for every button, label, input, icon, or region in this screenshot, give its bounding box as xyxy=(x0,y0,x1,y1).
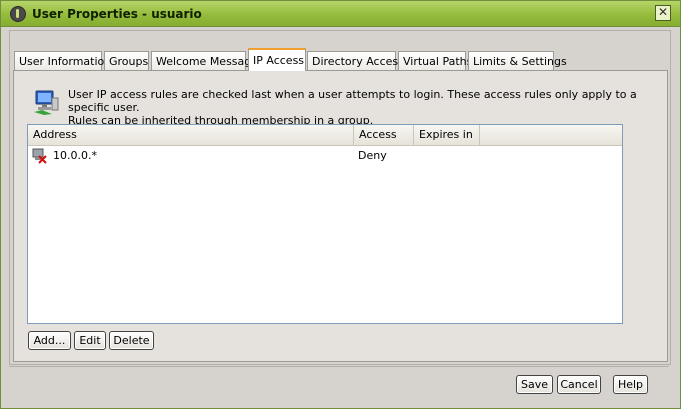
column-header-access[interactable]: Access xyxy=(354,125,414,145)
close-icon: ✕ xyxy=(657,5,669,19)
deny-rule-icon xyxy=(32,147,48,165)
title-bar[interactable]: User Properties - usuario ✕ xyxy=(1,1,680,27)
tab-user-information[interactable]: User Information xyxy=(14,51,111,70)
edit-button[interactable]: Edit xyxy=(74,331,106,350)
table-row[interactable]: 10.0.0.* Deny xyxy=(28,147,622,165)
column-header-expires[interactable]: Expires in xyxy=(414,125,480,145)
tab-directory-access[interactable]: Directory Access xyxy=(307,51,404,70)
tab-label: IP Access xyxy=(253,54,305,67)
ip-access-description: User IP access rules are checked last wh… xyxy=(68,88,658,127)
tab-groups[interactable]: Groups xyxy=(104,51,149,70)
tab-label: Directory Access xyxy=(312,55,404,68)
app-logo-icon xyxy=(10,6,26,22)
network-computer-icon xyxy=(32,88,60,116)
cancel-button[interactable]: Cancel xyxy=(557,375,601,394)
tab-label: Welcome Message xyxy=(156,55,259,68)
tab-label: Limits & Settings xyxy=(473,55,567,68)
help-button[interactable]: Help xyxy=(613,375,648,394)
tab-label: Groups xyxy=(109,55,149,68)
table-header: Address Access Expires in xyxy=(28,125,622,146)
address-cell: 10.0.0.* xyxy=(53,149,97,162)
window-title: User Properties - usuario xyxy=(32,7,202,21)
ip-rules-table[interactable]: Address Access Expires in 10.0.0.* Deny xyxy=(27,124,623,324)
tab-label: Virtual Paths xyxy=(403,55,473,68)
save-button[interactable]: Save xyxy=(516,375,553,394)
add-button[interactable]: Add... xyxy=(28,331,71,350)
tab-virtual-paths[interactable]: Virtual Paths xyxy=(398,51,472,70)
footer-divider xyxy=(9,366,669,367)
tab-label: User Information xyxy=(19,55,112,68)
tab-welcome-message[interactable]: Welcome Message xyxy=(151,51,258,70)
description-line: User IP access rules are checked last wh… xyxy=(68,88,637,114)
column-header-address[interactable]: Address xyxy=(28,125,354,145)
delete-button[interactable]: Delete xyxy=(109,331,154,350)
close-button[interactable]: ✕ xyxy=(655,5,671,21)
tab-limits-settings[interactable]: Limits & Settings xyxy=(468,51,567,70)
tab-ip-access[interactable]: IP Access xyxy=(248,48,306,71)
access-cell: Deny xyxy=(358,149,387,162)
